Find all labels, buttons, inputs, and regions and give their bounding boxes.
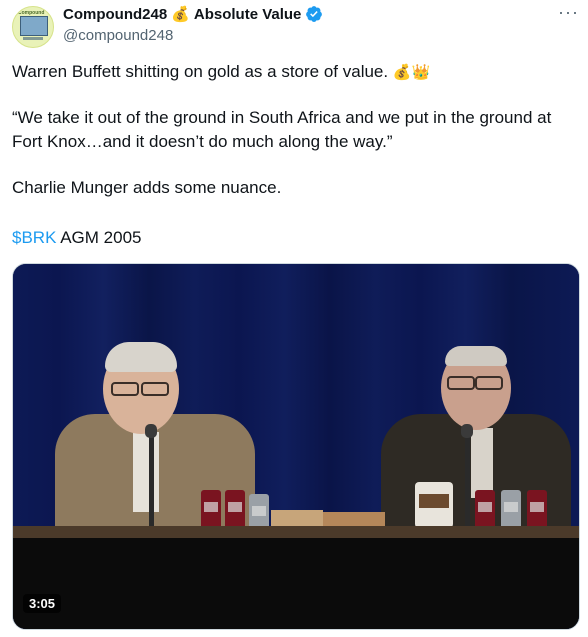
video-player[interactable]: 3:05 xyxy=(12,263,580,630)
avatar-bars xyxy=(23,37,43,40)
author-handle[interactable]: @compound248 xyxy=(63,27,173,44)
person-left-hair xyxy=(105,342,177,372)
avatar-image xyxy=(20,16,48,36)
person-left-shirt xyxy=(133,432,159,512)
glasses-right-2 xyxy=(475,376,503,390)
jar-label xyxy=(419,494,449,508)
mic-left xyxy=(149,436,154,526)
soda-can-6 xyxy=(527,490,547,530)
glasses-left-2 xyxy=(141,382,169,396)
mic-right xyxy=(465,436,470,526)
more-options-icon[interactable]: ··· xyxy=(558,2,579,23)
mic-left-head xyxy=(145,424,157,438)
glasses-right xyxy=(447,376,475,390)
soda-can-1 xyxy=(201,490,221,530)
author-name-row[interactable]: Compound248 💰 Absolute Value xyxy=(63,5,323,23)
avatar[interactable]: Compound xyxy=(12,6,54,48)
soda-can-2 xyxy=(225,490,245,530)
cashtag-link[interactable]: $BRK xyxy=(12,228,56,247)
table-cloth xyxy=(13,538,579,629)
tweet-line-4: $BRK AGM 2005 xyxy=(12,226,578,250)
mic-right-head xyxy=(461,424,473,438)
author-name-suffix[interactable]: Absolute Value xyxy=(194,6,302,23)
tweet-quote: “We take it out of the ground in South A… xyxy=(12,108,552,151)
tweet-line-1: Warren Buffett shitting on gold as a sto… xyxy=(12,60,578,84)
person-right-shirt xyxy=(471,428,493,498)
money-bag-icon: 💰 xyxy=(171,5,190,23)
author-name[interactable]: Compound248 xyxy=(63,6,167,23)
person-right-hair xyxy=(445,346,507,366)
soda-can-5 xyxy=(501,490,521,530)
money-crown-icons: 💰👑 xyxy=(392,63,431,81)
tweet-line-1-text: Warren Buffett shitting on gold as a sto… xyxy=(12,62,389,81)
soda-can-4 xyxy=(475,490,495,530)
tweet-line-4-text: AGM 2005 xyxy=(56,228,142,247)
glasses-left xyxy=(111,382,139,396)
video-duration-badge: 3:05 xyxy=(23,594,62,613)
verified-badge-icon xyxy=(306,6,323,22)
tweet-line-3: Charlie Munger adds some nuance. xyxy=(12,178,282,197)
